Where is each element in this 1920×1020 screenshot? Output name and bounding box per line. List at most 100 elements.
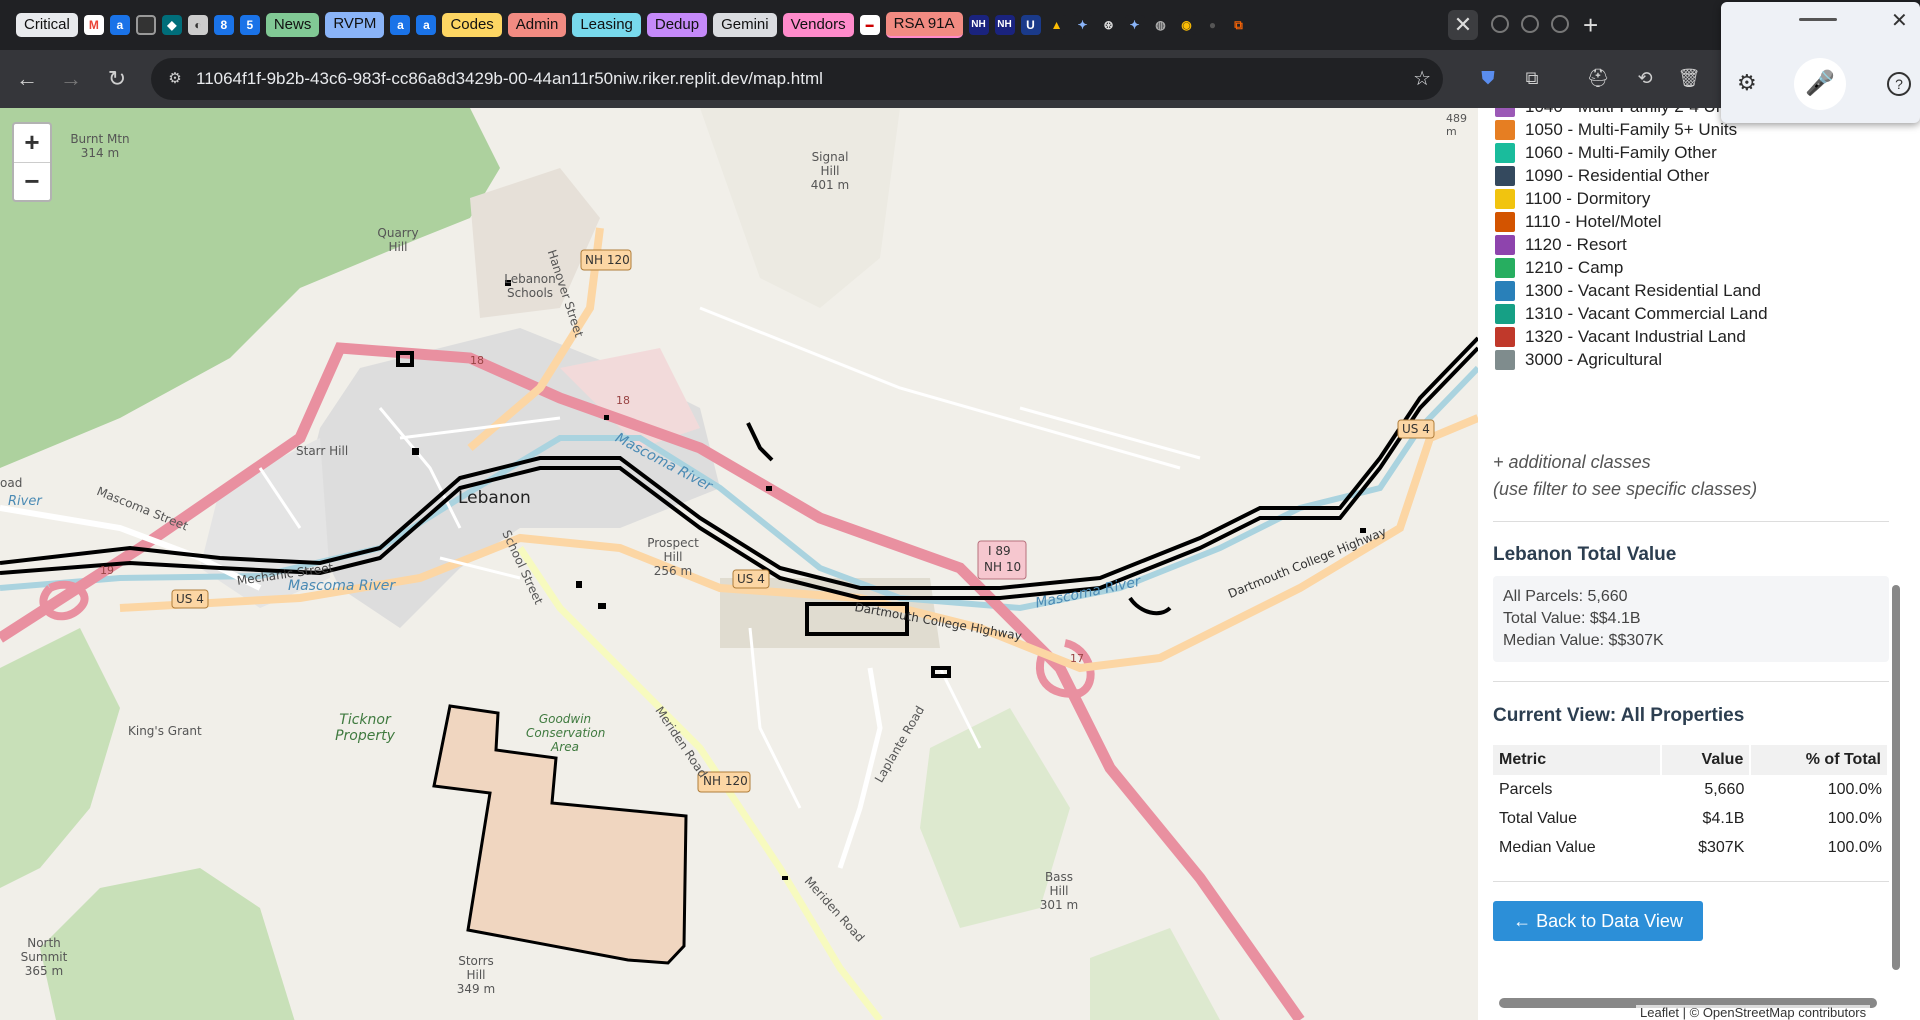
tab-rvpm[interactable]: RVPM xyxy=(325,12,385,38)
calendar-icon[interactable]: 8 xyxy=(213,15,234,35)
map-canvas[interactable]: Burnt Mtn 314 m Quarry Hill Lebanon Schoo… xyxy=(0,108,1478,1020)
school-label: Lebanon Schools xyxy=(504,272,556,300)
microphone-icon[interactable]: 🎤 xyxy=(1794,58,1846,110)
globe-icon[interactable]: ◍ xyxy=(1150,15,1171,35)
forest-area xyxy=(40,868,295,1020)
tab-vendors[interactable]: Vendors xyxy=(782,13,854,37)
tab-news[interactable]: News xyxy=(265,13,320,37)
peak-name: Burnt Mtn xyxy=(70,132,130,146)
browser-toolbar: ← → ↻ ⚙ 11064f1f-9b2b-43c6-983f-cc86a8d3… xyxy=(0,50,1920,108)
gear-icon[interactable]: ⚙ xyxy=(1737,70,1757,96)
tab-dedup[interactable]: Dedup xyxy=(646,13,708,37)
tab-codes[interactable]: Codes xyxy=(442,13,502,37)
route-number: 19 xyxy=(100,564,114,577)
tab-rsa-91a[interactable]: RSA 91A xyxy=(885,12,963,38)
legend-swatch xyxy=(1495,189,1515,209)
total-value: Total Value: $$4.1B xyxy=(1503,610,1641,627)
globe-icon[interactable] xyxy=(1491,15,1509,33)
value-cell: 5,660 xyxy=(1704,780,1745,798)
tab-admin[interactable]: Admin xyxy=(507,13,567,37)
peak-label: Quarry Hill xyxy=(377,226,419,254)
gemini-icon[interactable]: ✦ xyxy=(1072,15,1093,35)
trash-icon[interactable]: 🗑 xyxy=(1675,64,1703,92)
minimize-icon[interactable] xyxy=(1799,18,1837,21)
legend-label: 1100 - Dormitory xyxy=(1525,189,1651,208)
legend-note: (use filter to see specific classes) xyxy=(1493,479,1758,499)
route-number: 18 xyxy=(616,394,630,407)
metric-cell: Parcels xyxy=(1499,780,1553,798)
extension-shield-icon[interactable]: ⛊ xyxy=(1474,64,1502,92)
route-label: NH 120 xyxy=(703,774,748,788)
incognito-icon[interactable]: ⛑ xyxy=(1584,64,1612,92)
legend-item: 1120 - Resort xyxy=(1495,234,1627,256)
shield-icon[interactable]: U xyxy=(1020,15,1041,35)
legend-swatch xyxy=(1495,108,1515,117)
app-icon[interactable]: NH xyxy=(994,15,1015,35)
zoom-control: + − xyxy=(12,122,52,202)
zoom-in-button[interactable]: + xyxy=(14,124,50,163)
site-info-icon[interactable]: ⚙ xyxy=(165,69,185,89)
settings-icon[interactable] xyxy=(135,15,156,35)
new-tab-icon[interactable]: + xyxy=(1583,10,1598,40)
route-label: NH 10 xyxy=(984,560,1022,574)
calendar-icon[interactable]: 5 xyxy=(239,15,260,35)
metric-cell: Median Value xyxy=(1499,838,1596,856)
forest-area xyxy=(0,628,120,888)
legend-label: 1310 - Vacant Commercial Land xyxy=(1525,304,1768,323)
peak-elevation: 314 m xyxy=(80,146,120,160)
legend-note: + additional classes xyxy=(1493,452,1651,472)
close-tab-icon[interactable]: ✕ xyxy=(1448,10,1478,40)
peak-label: Burnt Mtn 314 m xyxy=(70,132,130,160)
total-value-box: All Parcels: 5,660 Total Value: $$4.1B M… xyxy=(1493,576,1889,662)
app-icon[interactable]: ✦ xyxy=(1124,15,1145,35)
help-icon[interactable]: ? xyxy=(1887,72,1911,96)
amazon-icon[interactable]: a xyxy=(390,15,411,35)
reload-icon[interactable]: ↻ xyxy=(102,64,132,94)
panel-scrollbar-thumb[interactable] xyxy=(1892,585,1900,970)
zoom-out-button[interactable]: − xyxy=(14,163,50,201)
amazon-icon[interactable]: a xyxy=(109,15,130,35)
chrome-icon[interactable]: ◉ xyxy=(1176,15,1197,35)
legend-swatch xyxy=(1495,258,1515,278)
divider xyxy=(1493,681,1889,682)
park-area xyxy=(1090,928,1220,1020)
app-icon[interactable]: ▬ xyxy=(859,15,880,35)
value-cell: $307K xyxy=(1698,838,1745,856)
forward-arrow-icon[interactable]: → xyxy=(56,64,86,94)
browser-tab-bar: Critical M a ◆ ◐ 8 5 News RVPM a a Codes… xyxy=(0,0,1920,50)
gmail-icon[interactable]: M xyxy=(83,15,104,35)
openai-icon[interactable]: ⊛ xyxy=(1098,15,1119,35)
address-bar[interactable]: ⚙ 11064f1f-9b2b-43c6-983f-cc86a8d3429b-0… xyxy=(151,58,1443,100)
back-arrow-icon[interactable]: ← xyxy=(12,64,42,94)
replit-icon[interactable]: ⧉ xyxy=(1228,15,1249,35)
percent-cell: 100.0% xyxy=(1827,838,1882,856)
tab-gemini[interactable]: Gemini xyxy=(713,13,777,37)
globe-icon[interactable] xyxy=(1521,15,1539,33)
app-icon[interactable]: NH xyxy=(968,15,989,35)
extensions-puzzle-icon[interactable]: ⧉ xyxy=(1518,64,1546,92)
tab-critical[interactable]: Critical xyxy=(16,13,78,37)
url-text[interactable]: 11064f1f-9b2b-43c6-983f-cc86a8d3429b-00-… xyxy=(196,58,823,100)
percent-cell: 100.0% xyxy=(1827,780,1882,798)
park-label: Goodwin Conservation Area xyxy=(526,712,606,754)
info-panel: 1040 - Multi-Family 2-4 Units 1050 - Mul… xyxy=(1478,108,1920,1020)
metrics-table: Metric Value % of Total Parcels 5,660 10… xyxy=(1493,745,1889,862)
peak-label: North Summit 365 m xyxy=(18,936,70,978)
app-icon[interactable]: ◆ xyxy=(161,15,182,35)
drive-icon[interactable]: ▲ xyxy=(1046,15,1067,35)
divider xyxy=(1493,881,1889,882)
map-attribution[interactable]: Leaflet | © OpenStreetMap contributors xyxy=(1636,1005,1871,1020)
peak-label: Prospect Hill 256 m xyxy=(646,536,700,578)
tab-leasing[interactable]: Leasing xyxy=(572,13,641,37)
street-label: oad xyxy=(0,476,23,490)
globe-icon[interactable] xyxy=(1551,15,1569,33)
history-icon[interactable]: ⟲ xyxy=(1631,64,1659,92)
bookmark-star-icon[interactable]: ☆ xyxy=(1413,58,1431,100)
github-icon[interactable]: ● xyxy=(1202,15,1223,35)
legend-swatch xyxy=(1495,281,1515,301)
back-to-data-view-button[interactable]: ← Back to Data View xyxy=(1493,901,1703,941)
app-icon[interactable]: ◐ xyxy=(187,15,208,35)
close-icon[interactable]: ✕ xyxy=(1891,8,1908,33)
peak-elevation: 365 m xyxy=(24,964,64,978)
amazon-icon[interactable]: a xyxy=(416,15,437,35)
